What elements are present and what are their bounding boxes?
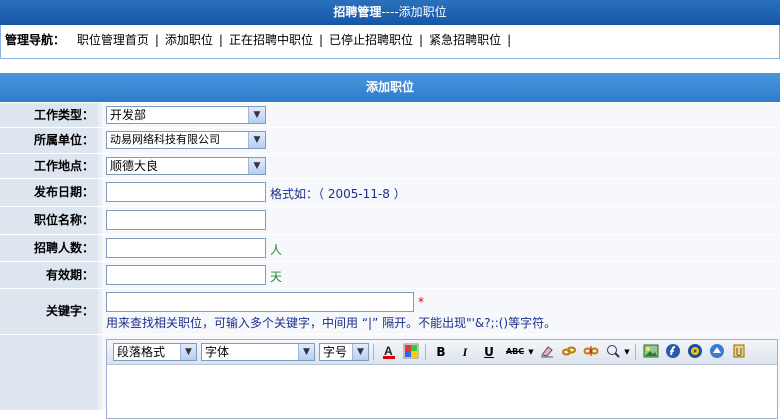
chevron-down-icon: ▼	[298, 344, 314, 360]
job-type-label: 工作类型：	[0, 103, 98, 127]
font-color-icon[interactable]: A	[379, 343, 399, 361]
nav-item-urgent-jobs[interactable]: 紧急招聘职位	[429, 33, 501, 47]
unit-value: 动易网络科技有限公司	[110, 133, 220, 146]
publish-date-input[interactable]	[106, 182, 266, 202]
chevron-down-icon: ▼	[352, 344, 368, 360]
header-title: 招聘管理	[333, 5, 382, 19]
nav-separator: |	[419, 33, 424, 47]
row-job-type: 工作类型： 开发部 ▼	[0, 103, 780, 128]
chevron-down-icon: ▼	[248, 107, 265, 123]
bold-button[interactable]: B	[431, 343, 451, 361]
validity-unit: 天	[270, 270, 283, 284]
nav-separator: |	[154, 33, 159, 47]
row-publish-date: 发布日期： 格式如：（ 2005-11-8 ）	[0, 179, 780, 207]
keywords-label: 关键字：	[0, 289, 98, 334]
row-location: 工作地点： 顺德大良 ▼	[0, 154, 780, 179]
nav-item-stopped-jobs[interactable]: 已停止招聘职位	[329, 33, 413, 47]
job-type-select[interactable]: 开发部 ▼	[106, 106, 266, 124]
strikethrough-button[interactable]: ABC	[503, 343, 527, 361]
nav-separator: |	[318, 33, 324, 47]
paragraph-format-select[interactable]: 段落格式 ▼	[113, 343, 197, 361]
underline-button[interactable]: U	[479, 343, 499, 361]
chevron-down-icon: ▼	[180, 344, 196, 360]
header-separator: ----	[381, 5, 399, 19]
publish-date-label: 发布日期：	[0, 179, 98, 206]
chevron-down-icon[interactable]: ▼	[527, 343, 535, 361]
unit-cell: 动易网络科技有限公司 ▼	[102, 128, 780, 153]
zoom-icon[interactable]	[603, 343, 623, 361]
publish-date-hint: 格式如：（ 2005-11-8 ）	[270, 187, 406, 201]
nav-item-active-jobs[interactable]: 正在招聘中职位	[229, 33, 313, 47]
svg-text:A: A	[384, 344, 393, 358]
paragraph-format-value: 段落格式	[117, 345, 166, 359]
validity-input[interactable]	[106, 265, 266, 285]
row-keywords: 关键字： * 用来查找相关职位，可输入多个关键字，中间用 “|” 隔开。不能出现…	[0, 289, 780, 335]
highlight-color-icon[interactable]	[401, 343, 421, 361]
keywords-hint: 用来查找相关职位，可输入多个关键字，中间用 “|” 隔开。不能出现"'&?;:(…	[106, 316, 557, 330]
eraser-icon[interactable]	[537, 343, 557, 361]
editor-cell: 段落格式 ▼ 字体 ▼ 字号 ▼ A B I U ABC ▼ ▼	[102, 335, 780, 419]
validity-cell: 天	[102, 262, 780, 288]
location-label: 工作地点：	[0, 154, 98, 178]
keywords-cell: * 用来查找相关职位，可输入多个关键字，中间用 “|” 隔开。不能出现"'&?;…	[102, 289, 780, 334]
nav-separator: |	[507, 33, 512, 47]
italic-button[interactable]: I	[455, 343, 475, 361]
rich-text-editor[interactable]: 段落格式 ▼ 字体 ▼ 字号 ▼ A B I U ABC ▼ ▼	[106, 339, 778, 419]
validity-label: 有效期：	[0, 262, 98, 288]
font-value: 字体	[205, 345, 230, 359]
row-validity: 有效期： 天	[0, 262, 780, 289]
toolbar-divider	[373, 344, 374, 360]
link-icon[interactable]	[559, 343, 579, 361]
row-headcount: 招聘人数： 人	[0, 235, 780, 262]
font-size-value: 字号	[323, 345, 348, 359]
headcount-unit: 人	[270, 243, 283, 257]
add-job-form: 工作类型： 开发部 ▼ 所属单位： 动易网络科技有限公司 ▼ 工作地点： 顺德大…	[0, 103, 780, 419]
chevron-down-icon: ▼	[248, 132, 265, 148]
keywords-input[interactable]	[106, 292, 414, 312]
job-type-cell: 开发部 ▼	[102, 103, 780, 127]
position-name-cell	[102, 207, 780, 234]
attachment-icon[interactable]	[729, 343, 749, 361]
chevron-down-icon[interactable]: ▼	[623, 343, 631, 361]
nav-label: 管理导航：	[5, 33, 66, 47]
page-header: 招聘管理----添加职位	[0, 0, 780, 25]
unit-select[interactable]: 动易网络科技有限公司 ▼	[106, 131, 266, 149]
nav-item-add-job[interactable]: 添加职位	[165, 33, 213, 47]
editor-toolbar: 段落格式 ▼ 字体 ▼ 字号 ▼ A B I U ABC ▼ ▼	[107, 340, 777, 365]
header-subtitle: 添加职位	[398, 5, 447, 19]
row-unit: 所属单位： 动易网络科技有限公司 ▼	[0, 128, 780, 154]
nav-item-job-home[interactable]: 职位管理首页	[77, 33, 149, 47]
location-cell: 顺德大良 ▼	[102, 154, 780, 178]
realplayer-icon[interactable]	[707, 343, 727, 361]
section-title-text: 添加职位	[365, 80, 414, 94]
font-select[interactable]: 字体 ▼	[201, 343, 315, 361]
position-name-input[interactable]	[106, 210, 266, 230]
flash-icon[interactable]	[663, 343, 683, 361]
row-position-name: 职位名称：	[0, 207, 780, 235]
required-mark: *	[418, 295, 424, 309]
job-type-value: 开发部	[110, 108, 147, 122]
unlink-icon[interactable]	[581, 343, 601, 361]
content-label	[0, 335, 98, 410]
nav-separator: |	[218, 33, 223, 47]
media-player-icon[interactable]	[685, 343, 705, 361]
chevron-down-icon: ▼	[248, 158, 265, 174]
position-name-label: 职位名称：	[0, 207, 98, 234]
toolbar-divider	[425, 344, 426, 360]
publish-date-cell: 格式如：（ 2005-11-8 ）	[102, 179, 780, 206]
location-select[interactable]: 顺德大良 ▼	[106, 157, 266, 175]
headcount-cell: 人	[102, 235, 780, 261]
section-title: 添加职位	[0, 73, 780, 102]
image-icon[interactable]	[641, 343, 661, 361]
location-value: 顺德大良	[110, 159, 159, 173]
font-size-select[interactable]: 字号 ▼	[319, 343, 369, 361]
headcount-label: 招聘人数：	[0, 235, 98, 261]
unit-label: 所属单位：	[0, 128, 98, 153]
headcount-input[interactable]	[106, 238, 266, 258]
row-content-editor: 段落格式 ▼ 字体 ▼ 字号 ▼ A B I U ABC ▼ ▼	[0, 335, 780, 419]
management-nav: 管理导航： 职位管理首页 | 添加职位 | 正在招聘中职位 | 已停止招聘职位 | 紧急招聘职位…	[0, 25, 780, 59]
toolbar-divider	[635, 344, 636, 360]
